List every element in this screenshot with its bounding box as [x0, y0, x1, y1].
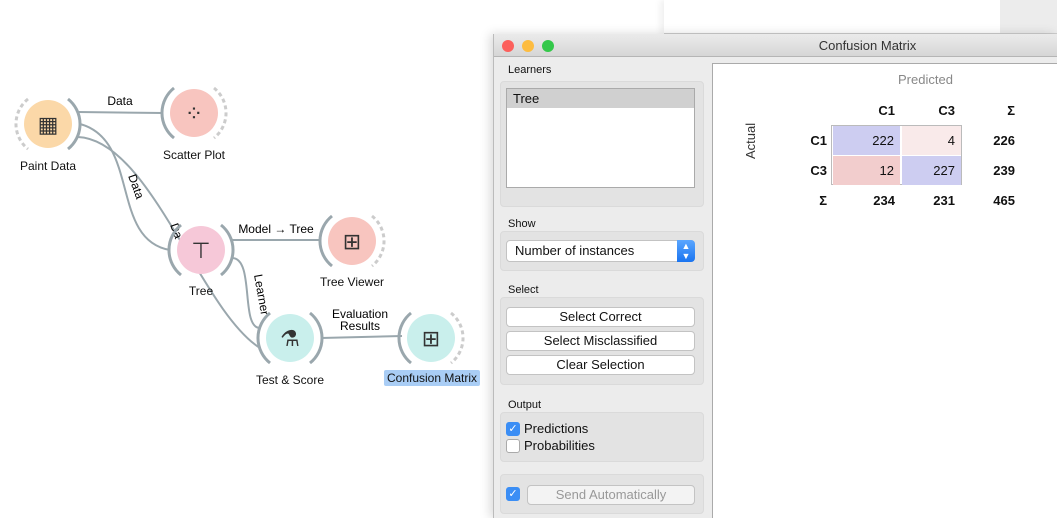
link-label-learner: Learner [251, 273, 272, 316]
select-correct-button[interactable]: Select Correct [506, 307, 695, 327]
matrix-cell[interactable]: 222 [833, 126, 900, 155]
predicted-label: Predicted [898, 72, 953, 87]
output-title: Output [508, 399, 542, 411]
predictions-checkbox[interactable]: ✓ [506, 422, 520, 436]
col-header-c3: C3 [938, 103, 955, 118]
total-sum: 465 [993, 193, 1015, 208]
node-paint-data[interactable]: ▦ [14, 97, 82, 151]
node-label-paint-data: Paint Data [19, 159, 77, 173]
matrix-cell[interactable]: 227 [902, 156, 961, 185]
tree-icon: ⊤ [191, 238, 210, 263]
confusion-matrix-icon: ⊞ [422, 326, 440, 351]
show-select[interactable]: Number of instances ▲ ▼ [506, 240, 695, 262]
node-test-score[interactable]: ⚗ [256, 311, 324, 365]
link-label-results: Results [340, 319, 380, 333]
select-title: Select [508, 284, 539, 296]
link-paint-scatter [77, 111, 164, 114]
show-select-value: Number of instances [515, 243, 635, 258]
link-paint-tree [79, 123, 171, 251]
control-panel: Learners Tree Show Number of instances ▲… [494, 57, 712, 518]
col-sum-c1: 234 [873, 193, 895, 208]
paint-data-icon: ▦ [38, 112, 59, 137]
row-header-sum: Σ [819, 193, 827, 208]
probabilities-checkbox[interactable] [506, 439, 520, 453]
send-automatically-button[interactable]: Send Automatically [527, 485, 695, 505]
scatter-plot-icon: ⁘ [185, 101, 203, 126]
row-header-c1: C1 [810, 133, 827, 148]
output-box [500, 412, 704, 462]
show-title: Show [508, 218, 536, 230]
link-label-data: Data [107, 94, 133, 108]
learners-title: Learners [508, 64, 552, 76]
node-label-scatter-plot: Scatter Plot [162, 148, 226, 162]
node-label-tree: Tree [188, 284, 214, 298]
node-tree-viewer[interactable]: ⊞ [318, 214, 386, 268]
matrix-area: Predicted Actual C1 C3 Σ C1 C3 Σ 222 4 1… [712, 63, 1057, 518]
link-label-data: Data [125, 172, 147, 201]
row-sum-c3: 239 [993, 163, 1015, 178]
send-automatically-checkbox[interactable]: ✓ [506, 487, 520, 501]
learners-list[interactable]: Tree [506, 88, 695, 188]
row-header-c3: C3 [810, 163, 827, 178]
matrix-cell[interactable]: 4 [902, 126, 961, 155]
probabilities-label: Probabilities [524, 438, 595, 453]
close-button[interactable] [502, 40, 514, 52]
matrix-cell[interactable]: 12 [833, 156, 900, 185]
zoom-button[interactable] [542, 40, 554, 52]
tree-viewer-icon: ⊞ [343, 229, 361, 254]
row-sum-c1: 226 [993, 133, 1015, 148]
predictions-label: Predictions [524, 421, 589, 436]
learner-item-tree[interactable]: Tree [507, 89, 694, 108]
window-title: Confusion Matrix [818, 38, 917, 53]
link-label-model: Model → Tree [238, 222, 314, 236]
node-label-confusion-matrix: Confusion Matrix [383, 370, 481, 386]
col-header-c1: C1 [878, 103, 895, 118]
col-header-sum: Σ [1007, 103, 1015, 118]
title-bar: Confusion Matrix [494, 34, 1057, 57]
node-scatter-plot[interactable]: ⁘ [160, 86, 228, 140]
clear-selection-button[interactable]: Clear Selection [506, 355, 695, 375]
col-sum-c3: 231 [933, 193, 955, 208]
learners-box: Tree [500, 81, 704, 207]
node-label-test-score: Test & Score [255, 373, 325, 387]
node-label-tree-viewer: Tree Viewer [319, 275, 385, 289]
link-test-cm [320, 335, 403, 339]
node-confusion-matrix[interactable]: ⊞ [397, 311, 465, 365]
confusion-matrix-window: Confusion Matrix Learners Tree Show Numb… [493, 34, 1057, 518]
chevron-updown-icon: ▲ ▼ [677, 240, 695, 262]
select-misclassified-button[interactable]: Select Misclassified [506, 331, 695, 351]
actual-label: Actual [743, 122, 758, 159]
minimize-button[interactable] [522, 40, 534, 52]
test-score-icon: ⚗ [280, 326, 300, 351]
